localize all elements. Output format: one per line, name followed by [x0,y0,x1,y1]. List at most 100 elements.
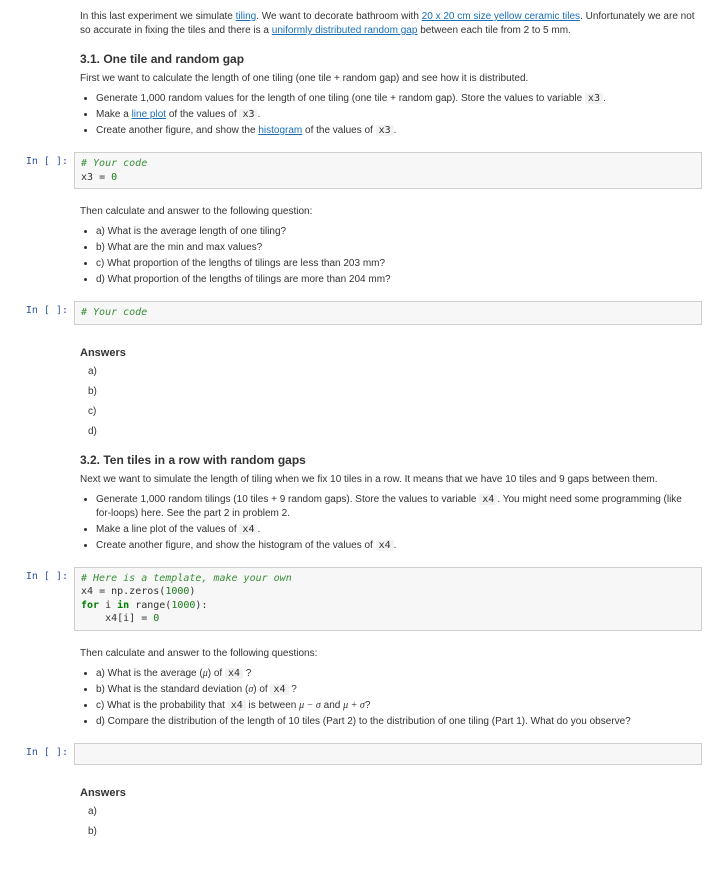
code-x4: x4 [270,684,288,695]
input-prompt: In [ ]: [10,567,74,582]
q1-block: Then calculate and answer to the followi… [74,195,702,295]
sec31-bullets: Generate 1,000 random values for the len… [96,92,696,138]
code-kw: for [81,600,99,611]
answers-heading: Answers [80,347,696,359]
text: . [394,125,397,136]
section-3-2-title: 3.2. Ten tiles in a row with random gaps [80,453,696,467]
code-input[interactable]: # Your code x3 = 0 [74,152,702,189]
q2-list: a) What is the average (μ) of x4 ? b) Wh… [96,667,696,729]
text: ) of [208,668,225,679]
text: . We want to decorate bathroom with [256,11,421,22]
text: and [321,700,343,711]
code-text: ) [189,586,195,597]
bullet: Create another figure, and show the hist… [96,539,696,553]
code-input[interactable]: # Here is a template, make your own x4 =… [74,567,702,631]
answer-d: d) [88,425,696,439]
text: a) What is the average ( [96,668,203,679]
q2-c: c) What is the probability that x4 is be… [96,699,696,713]
text: is between [246,700,299,711]
text: ? [243,668,251,679]
input-prompt: In [ ]: [10,743,74,758]
text: between each tile from 2 to 5 mm. [417,25,570,36]
text: Create another figure, and show the hist… [96,540,376,551]
answer-b: b) [88,825,696,839]
text: . [257,109,260,120]
code-text: np.zeros( [105,586,165,597]
code-input[interactable]: # Your code [74,301,702,325]
code-cell-4: In [ ]: [10,743,702,765]
mu-minus-sigma: μ − σ [299,700,321,711]
text: c) What is the probability that [96,700,228,711]
code-num: 1000 [165,586,189,597]
q2-block: Then calculate and answer to the followi… [74,637,702,737]
code-num: 0 [111,172,117,183]
code-cell-2: In [ ]: # Your code [10,301,702,325]
q1-d: d) What proportion of the lengths of til… [96,273,696,287]
bullet: Generate 1,000 random tilings (10 tiles … [96,493,696,521]
code-num: 1000 [171,600,195,611]
text: b) What is the standard deviation ( [96,684,248,695]
code-comment: # Your code [81,307,147,318]
code-text: i [99,600,117,611]
code-text: ): [195,600,207,611]
answer-c: c) [88,405,696,419]
histogram-link[interactable]: histogram [258,125,302,136]
answer-a: a) [88,805,696,819]
text: ? [289,684,297,695]
input-prompt: In [ ]: [10,301,74,316]
text: In this last experiment we simulate [80,11,236,22]
text: Make a line plot of the values of [96,524,239,535]
input-prompt: In [ ]: [10,152,74,167]
q1-c: c) What proportion of the lengths of til… [96,257,696,271]
text: ) of [253,684,270,695]
text: of the values of [166,109,239,120]
sec31-p1: First we want to calculate the length of… [80,72,696,86]
code-text: range( [129,600,171,611]
q2-lead: Then calculate and answer to the followi… [80,647,696,661]
answer-b: b) [88,385,696,399]
text: Generate 1,000 random tilings (10 tiles … [96,494,479,505]
text: Make a [96,109,132,120]
code-input[interactable] [74,743,702,765]
line-plot-link[interactable]: line plot [132,109,166,120]
code-text: x3 [81,172,99,183]
bullet: Make a line plot of the values of x3. [96,108,696,122]
random-gap-link[interactable]: uniformly distributed random gap [272,25,418,36]
answers-heading: Answers [80,787,696,799]
code-x3: x3 [585,93,603,104]
code-x4: x4 [479,494,497,505]
bullet: Make a line plot of the values of x4. [96,523,696,537]
sec32-p1: Next we want to simulate the length of t… [80,473,696,487]
q2-b: b) What is the standard deviation (σ) of… [96,683,696,697]
q1-b: b) What are the min and max values? [96,241,696,255]
sec32-bullets: Generate 1,000 random tilings (10 tiles … [96,493,696,553]
code-kw: in [117,600,129,611]
code-text: x4 [81,586,99,597]
bullet: Generate 1,000 random values for the len… [96,92,696,106]
code-comment: # Your code [81,158,147,169]
text: . [394,540,397,551]
q2-a: a) What is the average (μ) of x4 ? [96,667,696,681]
code-cell-1: In [ ]: # Your code x3 = 0 [10,152,702,189]
intro-paragraph: In this last experiment we simulate tili… [80,10,696,38]
answers-2-block: Answers a) b) [74,771,702,849]
text: . [257,524,260,535]
code-x4: x4 [225,668,243,679]
bullet: Create another figure, and show the hist… [96,124,696,138]
intro-block: In this last experiment we simulate tili… [74,0,702,146]
answer-a: a) [88,365,696,379]
code-x4: x4 [228,700,246,711]
q2-d: d) Compare the distribution of the lengt… [96,715,696,729]
text: ? [365,700,371,711]
section-3-1-title: 3.1. One tile and random gap [80,52,696,66]
answers-1-block: Answers a) b) c) d) 3.2. Ten tiles in a … [74,331,702,561]
text: Create another figure, and show the [96,125,258,136]
text: of the values of [302,125,375,136]
tiles-link[interactable]: 20 x 20 cm size yellow ceramic tiles [422,11,580,22]
text: . [603,93,606,104]
tiling-link[interactable]: tiling [236,11,257,22]
text: Generate 1,000 random values for the len… [96,93,585,104]
code-x3: x3 [239,109,257,120]
q1-a: a) What is the average length of one til… [96,225,696,239]
code-x3: x3 [376,125,394,136]
